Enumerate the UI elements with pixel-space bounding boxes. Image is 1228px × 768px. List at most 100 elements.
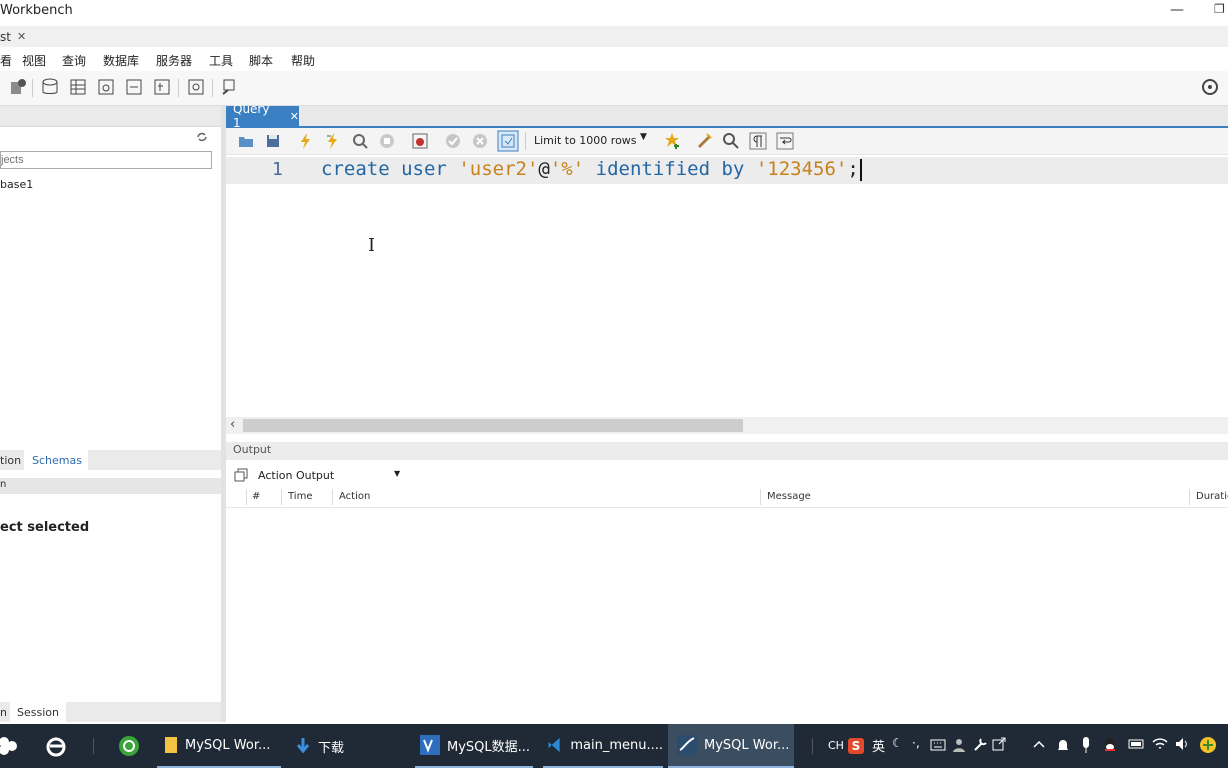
error-toggle-icon[interactable] bbox=[411, 132, 429, 150]
autocommit-icon[interactable] bbox=[497, 130, 519, 152]
download-icon bbox=[296, 738, 310, 754]
sogou-input-icon[interactable]: S bbox=[848, 738, 864, 754]
column-header-message[interactable]: Message bbox=[767, 491, 811, 502]
menu-item-scripting[interactable]: 脚本 bbox=[249, 52, 273, 69]
taskbar-item-mysql-workbench[interactable]: MySQL Wor... bbox=[157, 724, 281, 768]
column-header-number[interactable]: # bbox=[252, 491, 260, 502]
explain-icon[interactable] bbox=[351, 132, 369, 150]
copy-icon[interactable] bbox=[234, 468, 248, 482]
volume-icon[interactable] bbox=[1174, 737, 1190, 751]
save-icon[interactable] bbox=[264, 132, 282, 150]
tab-object-info[interactable]: n bbox=[0, 706, 7, 719]
moon-icon[interactable]: ☾ bbox=[892, 736, 903, 750]
chevron-up-icon[interactable] bbox=[1032, 739, 1046, 749]
tab-query-1-label: Query 1 bbox=[233, 102, 270, 130]
browser-360-icon[interactable] bbox=[117, 734, 141, 758]
column-header-duration[interactable]: Duratio bbox=[1196, 491, 1228, 502]
menu-item-tools[interactable]: 工具 bbox=[209, 52, 233, 69]
connection-tab[interactable]: st ✕ bbox=[0, 26, 30, 47]
app-update-icon[interactable] bbox=[1199, 736, 1217, 754]
horizontal-scrollbar[interactable]: ‹ bbox=[226, 417, 1228, 434]
ime-indicator[interactable]: CH bbox=[828, 739, 844, 752]
taskbar-item-mysql-workbench-active[interactable]: MySQL Wor... bbox=[668, 724, 794, 768]
input-language-indicator[interactable]: 英 bbox=[872, 736, 885, 755]
taskbar-item-mysql-database[interactable]: MySQL数据... bbox=[415, 724, 533, 768]
keyboard-icon[interactable] bbox=[930, 739, 946, 751]
tab-session[interactable]: Session bbox=[10, 702, 66, 722]
tab-administration[interactable]: tion bbox=[0, 454, 21, 467]
scroll-left-icon[interactable]: ‹ bbox=[230, 417, 235, 432]
scrollbar-thumb[interactable] bbox=[243, 419, 743, 432]
punctuation-icon[interactable]: ·‚ bbox=[912, 736, 920, 750]
sql-code-line[interactable]: create user 'user2'@'%' identified by '1… bbox=[321, 158, 862, 181]
create-view-icon[interactable] bbox=[96, 77, 116, 97]
manage-connections-icon[interactable] bbox=[8, 77, 28, 97]
limit-rows-select[interactable]: Limit to 1000 rows ▼ bbox=[532, 132, 650, 150]
beautify-icon[interactable] bbox=[695, 132, 713, 150]
taskbar-item-label: MySQL数据... bbox=[447, 739, 531, 755]
sql-keyword: identified bbox=[595, 158, 711, 180]
column-header-time[interactable]: Time bbox=[288, 491, 312, 502]
taskbar-item-label: main_menu.... bbox=[570, 737, 663, 753]
add-snippet-icon[interactable] bbox=[663, 132, 681, 150]
close-icon[interactable]: ✕ bbox=[290, 110, 299, 123]
qq-icon[interactable] bbox=[1102, 736, 1118, 754]
word-wrap-icon[interactable] bbox=[776, 132, 794, 150]
minimize-button[interactable]: — bbox=[1170, 2, 1192, 22]
battery-icon[interactable] bbox=[1128, 739, 1146, 749]
microphone-icon[interactable] bbox=[1080, 736, 1092, 754]
refresh-icon[interactable] bbox=[196, 131, 208, 143]
search-table-icon[interactable] bbox=[186, 77, 206, 97]
rollback-icon[interactable] bbox=[471, 132, 489, 150]
navigator-tabs: tion Schemas bbox=[0, 450, 221, 470]
wifi-icon[interactable] bbox=[1152, 737, 1168, 751]
schema-item[interactable]: base1 bbox=[0, 178, 33, 191]
mysql-workbench-icon bbox=[677, 735, 697, 755]
create-table-icon[interactable] bbox=[68, 77, 88, 97]
column-divider bbox=[1189, 489, 1190, 505]
schema-filter-input[interactable] bbox=[0, 151, 212, 169]
execute-current-icon[interactable] bbox=[324, 132, 342, 150]
tab-schemas[interactable]: Schemas bbox=[24, 450, 88, 470]
open-file-icon[interactable] bbox=[237, 132, 255, 150]
menu-item-server[interactable]: 服务器 bbox=[156, 52, 192, 69]
menu-item-edit[interactable]: 看 bbox=[0, 52, 12, 69]
start-icon[interactable] bbox=[0, 736, 18, 756]
taskbar-divider bbox=[93, 738, 94, 754]
notification-bell-icon[interactable] bbox=[1056, 737, 1070, 753]
find-icon[interactable] bbox=[722, 132, 740, 150]
menu-item-view[interactable]: 视图 bbox=[22, 52, 46, 69]
commit-icon[interactable] bbox=[444, 132, 462, 150]
taskbar-item-downloads[interactable]: 下载 bbox=[290, 724, 404, 768]
menu-item-database[interactable]: 数据库 bbox=[103, 52, 139, 69]
connection-tab-strip: st ✕ bbox=[0, 26, 1228, 47]
column-divider bbox=[281, 489, 282, 505]
create-procedure-icon[interactable] bbox=[124, 77, 144, 97]
output-mode-select[interactable]: Action Output ▼ bbox=[256, 466, 404, 484]
sql-keyword: by bbox=[721, 158, 745, 180]
editor-tab-strip: Query 1 ✕ bbox=[226, 102, 1228, 130]
maximize-button[interactable]: ❐ bbox=[1214, 2, 1228, 22]
settings-icon[interactable] bbox=[1200, 77, 1220, 97]
taskbar-item-vscode[interactable]: main_menu.... bbox=[543, 724, 663, 768]
database-icon[interactable] bbox=[40, 77, 60, 97]
menu-item-help[interactable]: 帮助 bbox=[291, 52, 315, 69]
column-header-action[interactable]: Action bbox=[339, 491, 370, 502]
tab-schemas-label: Schemas bbox=[32, 454, 82, 467]
menu-item-query[interactable]: 查询 bbox=[62, 52, 86, 69]
taskbar-divider bbox=[812, 738, 813, 754]
execute-icon[interactable] bbox=[297, 132, 315, 150]
user-icon[interactable] bbox=[952, 737, 966, 753]
external-link-icon[interactable] bbox=[992, 737, 1006, 751]
ie-browser-icon[interactable] bbox=[44, 734, 68, 758]
invisible-chars-icon[interactable] bbox=[749, 132, 767, 150]
tab-query-1[interactable]: Query 1 ✕ bbox=[226, 102, 299, 130]
limit-rows-value: Limit to 1000 rows bbox=[534, 134, 637, 147]
sql-editor[interactable]: 1 create user 'user2'@'%' identified by … bbox=[226, 155, 1228, 417]
close-icon[interactable]: ✕ bbox=[17, 30, 26, 43]
stop-icon[interactable] bbox=[378, 132, 396, 150]
menu-bar: 看 视图 查询 数据库 服务器 工具 脚本 帮助 bbox=[0, 47, 1228, 71]
reconnect-icon[interactable] bbox=[220, 77, 240, 97]
create-function-icon[interactable] bbox=[152, 77, 172, 97]
wrench-icon[interactable] bbox=[972, 737, 988, 753]
